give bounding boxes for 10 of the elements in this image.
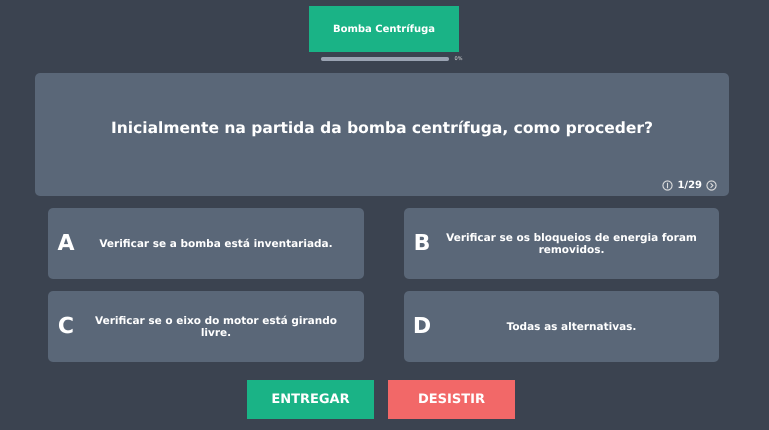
question-text: Inicialmente na partida da bomba centrífuga, como proceder?: [110, 118, 654, 136]
answer-option[interactable]: A Verificar se a bomba está inventariada.: [48, 208, 364, 279]
question-counter: 1/29: [677, 180, 702, 191]
answer-option[interactable]: B Verificar se os bloqueios de energia foram removidos.: [404, 208, 719, 279]
answer-option[interactable]: C Verificar se o eixo do motor está girando livre.: [48, 291, 364, 362]
quit-button[interactable]: DESISTIR: [388, 380, 515, 419]
topic-title: Bomba Centrífuga: [309, 6, 459, 52]
answer-option[interactable]: D Todas as alternativas.: [404, 291, 719, 362]
info-icon[interactable]: [662, 180, 674, 191]
next-icon[interactable]: [706, 180, 717, 191]
